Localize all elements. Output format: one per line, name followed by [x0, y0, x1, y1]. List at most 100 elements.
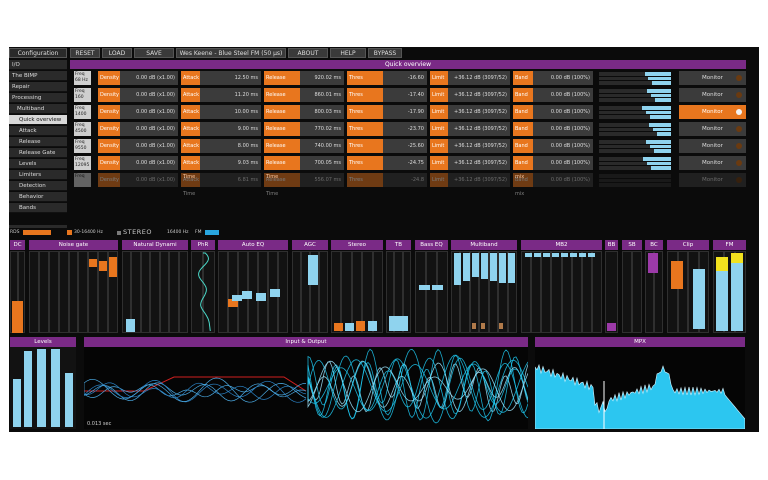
density-control[interactable]: Density 0.00 dB (x1.00) — [98, 71, 178, 85]
limit-control[interactable]: Limit +36.12 dB (3097/52) — [430, 139, 510, 153]
preset-name[interactable]: Wes Keene - Blue Steel FM (50 µs) — [176, 48, 286, 58]
meter-column — [571, 251, 582, 333]
monitor-button[interactable]: Monitor — [679, 122, 746, 136]
density-control[interactable]: Density 0.00 dB (x1.00) — [98, 88, 178, 102]
meter-title-stereo[interactable]: Stereo — [331, 240, 383, 250]
help-button[interactable]: HELP — [330, 48, 366, 58]
sidebar-item-the-bimp[interactable]: The BIMP — [9, 71, 67, 81]
attack-control[interactable]: Attack Time 8.00 ms — [181, 139, 261, 163]
band-frequency-button[interactable]: Freq 1400 — [74, 105, 91, 119]
density-control[interactable]: Density 0.00 dB (x1.00) — [98, 173, 178, 187]
sidebar-item-attack[interactable]: Attack — [9, 126, 67, 136]
release-control[interactable]: Release Time 700.05 ms — [264, 156, 344, 180]
thres-control[interactable]: Thres -24.75 — [347, 156, 427, 170]
band-frequency-button[interactable]: Freq 9550 — [74, 139, 91, 153]
meter-bar — [472, 323, 476, 329]
density-control[interactable]: Density 0.00 dB (x1.00) — [98, 105, 178, 119]
release-control[interactable]: Release Time 740.00 ms — [264, 139, 344, 163]
sidebar-item-quick-overview[interactable]: Quick overview — [9, 115, 67, 125]
monitor-button[interactable]: Monitor — [679, 139, 746, 153]
thres-control[interactable]: Thres -16.60 — [347, 71, 427, 85]
thres-control[interactable]: Thres -24.8 — [347, 173, 427, 187]
bandmix-control[interactable]: Band mix 0.00 dB (100%) — [513, 156, 593, 180]
attack-control[interactable]: Attack Time 9.03 ms — [181, 156, 261, 180]
release-control[interactable]: Release Time 800.03 ms — [264, 105, 344, 129]
save-button[interactable]: SAVE — [134, 48, 174, 58]
sidebar-item-bands[interactable]: Bands — [9, 203, 67, 213]
density-control[interactable]: Density 0.00 dB (x1.00) — [98, 156, 178, 170]
density-control[interactable]: Density 0.00 dB (x1.00) — [98, 139, 178, 153]
meter-title-agc[interactable]: AGC — [292, 240, 328, 250]
bandmix-control[interactable]: Band mix 0.00 dB (100%) — [513, 122, 593, 146]
sidebar-item-i-o[interactable]: I/O — [9, 60, 67, 70]
band-frequency-button[interactable]: Freq 4500 — [74, 122, 91, 136]
meter-fill — [647, 89, 671, 93]
release-control[interactable]: Release Time 860.01 ms — [264, 88, 344, 112]
limit-control[interactable]: Limit +36.12 dB (3097/52) — [430, 71, 510, 85]
load-button[interactable]: LOAD — [102, 48, 132, 58]
attack-control[interactable]: Attack Time 6.81 ms — [181, 173, 261, 197]
thres-control[interactable]: Thres -17.40 — [347, 88, 427, 102]
meter-title-bass-eq[interactable]: Bass EQ — [415, 240, 448, 250]
meter-title-noise-gate[interactable]: Noise gate — [29, 240, 118, 250]
band-frequency-button[interactable]: Freq 68 Hz — [74, 71, 91, 85]
limit-control[interactable]: Limit +36.12 dB (3097/52) — [430, 88, 510, 102]
release-control[interactable]: Release Time 770.02 ms — [264, 122, 344, 146]
sidebar-item-release-gate[interactable]: Release Gate — [9, 148, 67, 158]
thres-control[interactable]: Thres -23.70 — [347, 122, 427, 136]
bypass-button[interactable]: BYPASS — [368, 48, 402, 58]
monitor-button[interactable]: Monitor — [679, 71, 746, 85]
thres-control[interactable]: Thres -17.90 — [347, 105, 427, 119]
monitor-label: Monitor — [702, 143, 723, 149]
monitor-button[interactable]: Monitor — [679, 105, 746, 119]
meter-title-natural-dynami[interactable]: Natural Dynami — [122, 240, 188, 250]
attack-control[interactable]: Attack Time 12.50 ms — [181, 71, 261, 95]
thres-control[interactable]: Thres -25.60 — [347, 139, 427, 153]
meter-title-sb[interactable]: SB — [622, 240, 642, 250]
meter-title-dc[interactable]: DC — [10, 240, 25, 250]
meter-title-multiband[interactable]: Multiband — [451, 240, 517, 250]
monitor-button[interactable]: Monitor — [679, 156, 746, 170]
meter-title-clip[interactable]: Clip — [667, 240, 709, 250]
limit-control[interactable]: Limit +36.12 dB (3097/52) — [430, 105, 510, 119]
release-control[interactable]: Release Time 920.02 ms — [264, 71, 344, 95]
band-frequency-button[interactable]: Freq — [74, 173, 91, 187]
meter-title-bc[interactable]: BC — [645, 240, 663, 250]
sidebar-item-release[interactable]: Release — [9, 137, 67, 147]
band-frequency-button[interactable]: Freq 12095 — [74, 156, 91, 170]
sidebar-item-repair[interactable]: Repair — [9, 82, 67, 92]
about-button[interactable]: ABOUT — [288, 48, 328, 58]
limit-control[interactable]: Limit +36.12 dB (3097/52) — [430, 122, 510, 136]
sidebar-item-processing[interactable]: Processing — [9, 93, 67, 103]
meter-title-bb[interactable]: BB — [605, 240, 618, 250]
meter-title-auto-eq[interactable]: Auto EQ — [218, 240, 288, 250]
meter-title-tb[interactable]: TB — [386, 240, 411, 250]
monitor-button[interactable]: Monitor — [679, 88, 746, 102]
release-value: 800.03 ms — [314, 109, 341, 115]
attack-control[interactable]: Attack Time 10.00 ms — [181, 105, 261, 129]
sidebar-item-multiband[interactable]: Multiband — [9, 104, 67, 114]
meter-title-phr[interactable]: PhR — [191, 240, 215, 250]
bandmix-control[interactable]: Band mix 0.00 dB (100%) — [513, 88, 593, 112]
limit-control[interactable]: Limit +36.12 dB (3097/52) — [430, 156, 510, 170]
sidebar-item-limiters[interactable]: Limiters — [9, 170, 67, 180]
sidebar-item-behavior[interactable]: Behavior — [9, 192, 67, 202]
bandmix-control[interactable]: Band mix 0.00 dB (100%) — [513, 105, 593, 129]
attack-control[interactable]: Attack Time 9.00 ms — [181, 122, 261, 146]
limit-control[interactable]: Limit +36.12 dB (3097/52) — [430, 173, 510, 187]
attack-control[interactable]: Attack Time 11.20 ms — [181, 88, 261, 112]
release-control[interactable]: Release Time 556.07 ms — [264, 173, 344, 197]
sidebar-item-configuration[interactable]: Configuration — [9, 48, 67, 58]
monitor-button[interactable]: Monitor — [679, 173, 746, 187]
density-control[interactable]: Density 0.00 dB (x1.00) — [98, 122, 178, 136]
bandmix-control[interactable]: Band mix 0.00 dB (100%) — [513, 139, 593, 163]
bandmix-control[interactable]: Band mix 0.00 dB (100%) — [513, 173, 593, 197]
meter-title-fm[interactable]: FM — [713, 240, 746, 250]
meter-fill — [654, 98, 671, 102]
bandmix-control[interactable]: Band mix 0.00 dB (100%) — [513, 71, 593, 95]
sidebar-item-levels[interactable]: Levels — [9, 159, 67, 169]
sidebar-item-detection[interactable]: Detection — [9, 181, 67, 191]
band-frequency-button[interactable]: Freq 160 — [74, 88, 91, 102]
meter-title-mb2[interactable]: MB2 — [521, 240, 602, 250]
reset-button[interactable]: RESET — [70, 48, 100, 58]
